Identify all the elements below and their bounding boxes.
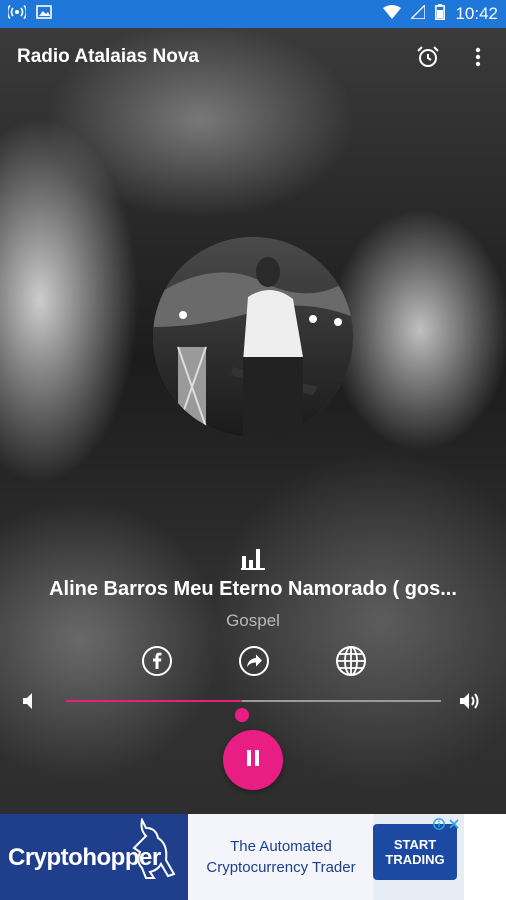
equalizer-icon xyxy=(241,548,265,575)
image-icon xyxy=(36,4,52,24)
volume-up-icon[interactable] xyxy=(458,689,484,718)
volume-slider-fill xyxy=(66,700,243,702)
ad-choices[interactable] xyxy=(433,817,460,835)
app-bar: Radio Atalaias Nova xyxy=(0,28,506,86)
facebook-icon[interactable] xyxy=(140,644,174,678)
kangaroo-logo-icon xyxy=(128,816,180,885)
alarm-icon[interactable] xyxy=(414,43,442,71)
ad-brand-panel: Cryptohopper xyxy=(0,814,188,900)
genre-label: Gospel xyxy=(226,611,280,630)
ad-headline-line1: The Automated xyxy=(230,838,332,855)
ad-cta-line1: START xyxy=(393,837,437,852)
wifi-icon xyxy=(383,4,402,24)
ad-info-icon[interactable] xyxy=(433,817,445,835)
song-title: Aline Barros Meu Eterno Namorado ( gos..… xyxy=(49,578,457,600)
volume-control xyxy=(20,686,486,722)
share-icon[interactable] xyxy=(237,644,271,678)
globe-icon[interactable] xyxy=(334,644,368,678)
hotspot-icon xyxy=(6,4,28,24)
album-artwork xyxy=(153,237,353,437)
pause-button[interactable] xyxy=(223,730,283,790)
ad-cta-line2: TRADING xyxy=(385,852,445,867)
pause-icon xyxy=(246,749,260,771)
status-time: 10:42 xyxy=(455,4,498,23)
battery-icon xyxy=(435,3,446,25)
volume-slider[interactable] xyxy=(66,700,441,722)
signal-icon xyxy=(409,2,427,24)
app-title: Radio Atalaias Nova xyxy=(17,46,199,67)
volume-mute-icon[interactable] xyxy=(20,689,42,718)
ad-close-icon[interactable] xyxy=(448,817,460,835)
more-vert-icon[interactable] xyxy=(464,43,492,71)
ad-margin xyxy=(464,814,506,900)
status-bar: 10:42 xyxy=(0,0,506,28)
ad-headline-line2: Cryptocurrency Trader xyxy=(206,859,356,876)
share-row xyxy=(140,644,368,678)
ad-headline: The Automated Cryptocurrency Trader xyxy=(188,814,374,900)
